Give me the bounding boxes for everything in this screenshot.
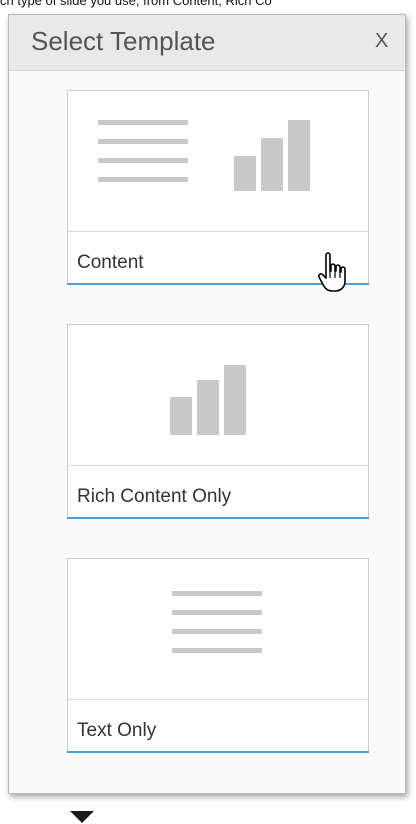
dialog-title: Select Template — [31, 26, 216, 56]
template-card-text-only[interactable]: Text Only — [67, 558, 369, 753]
dialog-header: Select Template X — [9, 15, 405, 71]
template-label-rich-content-only: Rich Content Only — [77, 486, 232, 507]
rich-content-thumbnail — [68, 325, 368, 466]
template-label-text-only: Text Only — [77, 720, 157, 741]
caption-text: ch type of slide you use, from Content, … — [0, 0, 272, 8]
hand-pointer-icon — [317, 252, 346, 292]
lines-and-bars-icon — [98, 120, 310, 191]
template-card-rich-content-only[interactable]: Rich Content Only — [67, 324, 369, 519]
text-only-thumbnail — [68, 559, 368, 700]
select-template-dialog: Select Template X Content Rich Content O… — [8, 14, 406, 794]
card-underline — [67, 517, 369, 519]
lines-icon — [172, 591, 262, 653]
card-underline — [67, 751, 369, 753]
close-button[interactable]: X — [375, 29, 388, 53]
template-label-content: Content — [77, 252, 144, 273]
bars-icon — [170, 365, 246, 435]
content-thumbnail — [68, 91, 368, 232]
dialog-pointer-arrow — [70, 811, 94, 823]
